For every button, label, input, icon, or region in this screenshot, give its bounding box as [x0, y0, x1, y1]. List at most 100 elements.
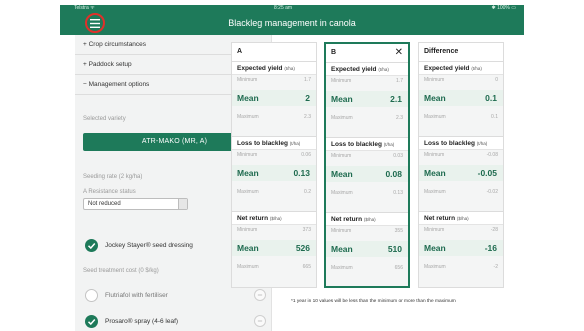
mean-value: 2.1	[390, 94, 402, 104]
section-name: Net return	[331, 216, 363, 223]
section-title-loss: Loss to blackleg (t/ha)	[419, 136, 503, 150]
resistance-status-value: Not reduced	[88, 201, 121, 207]
section-unit: ($/ha)	[269, 216, 282, 221]
row-label-min: Minimum	[237, 152, 258, 158]
max-value: 0.13	[393, 190, 403, 196]
seed-dressing-label: Jockey Stayer® seed dressing	[105, 242, 193, 249]
minus-icon	[257, 320, 263, 322]
row-label-min: Minimum	[331, 228, 352, 234]
section-name: Net return	[424, 215, 456, 222]
mean-value: 0.08	[385, 169, 402, 179]
card-title: Difference	[419, 43, 503, 61]
mean-row: Mean 0.13	[232, 165, 316, 181]
fertiliser-toggle[interactable]	[254, 289, 266, 301]
row-label-max: Maximum	[331, 265, 353, 271]
section-unit: (t/ha)	[383, 142, 395, 147]
max-value: 2.3	[396, 115, 403, 121]
resistance-status-select[interactable]: Not reduced	[83, 198, 188, 210]
section-title-yield: Expected yield (t/ha)	[326, 62, 408, 76]
mean-row: Mean 2.1	[326, 91, 408, 107]
card-title: A	[232, 43, 316, 61]
row-label-min: Minimum	[331, 153, 352, 159]
mean-value: -0.05	[477, 168, 497, 178]
section-unit: (t/ha)	[289, 141, 301, 146]
mean-row: Mean 510	[326, 241, 408, 257]
row-label-max: Maximum	[237, 189, 259, 195]
section-unit: (t/ha)	[476, 141, 488, 146]
section-name: Loss to blackleg	[237, 140, 288, 147]
row-label-mean: Mean	[424, 243, 446, 253]
section-unit: (t/ha)	[284, 66, 295, 71]
min-value: 0.03	[393, 153, 403, 159]
page-title: Blackleg management in canola	[228, 18, 356, 28]
mean-row: Mean 526	[232, 240, 316, 256]
fertiliser-label: Flutriafol with fertiliser	[105, 292, 168, 299]
section-name: Expected yield	[424, 65, 470, 72]
row-label-mean: Mean	[237, 168, 259, 178]
min-value: 1.7	[304, 77, 311, 83]
section-name: Loss to blackleg	[424, 140, 475, 147]
section-unit: (t/ha)	[471, 66, 482, 71]
menu-button[interactable]	[85, 13, 105, 33]
card-difference: Difference Expected yield (t/ha) Minimum 0 M…	[418, 42, 504, 288]
row-label-mean: Mean	[237, 243, 259, 253]
min-value: 373	[302, 227, 311, 233]
mean-value: 0.1	[485, 93, 497, 103]
section-title-net: Net return ($/ha)	[232, 211, 316, 225]
row-label-max: Maximum	[331, 115, 353, 121]
min-value: 0	[495, 77, 498, 83]
minus-icon	[257, 294, 263, 296]
max-value: 656	[394, 265, 403, 271]
card-a: A Expected yield (t/ha) Minimum 1.7 Mean 2 Max…	[231, 42, 317, 288]
section-title-yield: Expected yield (t/ha)	[232, 61, 316, 75]
section-name: Loss to blackleg	[331, 141, 382, 148]
section-unit: (t/ha)	[378, 67, 389, 72]
row-label-mean: Mean	[331, 94, 353, 104]
section-unit: ($/ha)	[456, 216, 469, 221]
mean-row: Mean 0.1	[419, 90, 503, 106]
row-label-max: Maximum	[237, 114, 259, 120]
section-unit: ($/ha)	[363, 217, 376, 222]
max-value: -0.02	[486, 189, 498, 195]
section-name: Net return	[237, 215, 269, 222]
section-title-net: Net return ($/ha)	[326, 212, 408, 226]
max-value: 665	[302, 264, 311, 270]
row-label-mean: Mean	[424, 93, 446, 103]
card-b: B ✕ Expected yield (t/ha) Minimum 1.7 Mean 2.1…	[324, 42, 410, 288]
row-label-min: Minimum	[237, 77, 258, 83]
row-label-max: Maximum	[237, 264, 259, 270]
row-label-mean: Mean	[331, 244, 353, 254]
mean-value: 510	[387, 244, 402, 254]
min-value: -0.08	[486, 152, 498, 158]
prosaro-toggle[interactable]	[254, 315, 266, 327]
section-name: Expected yield	[237, 65, 283, 72]
row-label-min: Minimum	[424, 227, 445, 233]
section-name: Expected yield	[331, 66, 377, 73]
section-title-loss: Loss to blackleg (t/ha)	[232, 136, 316, 150]
app-frame: Telstra ᯤ 8:25 am ✱ 100% ▭ Blackleg mana…	[60, 5, 524, 331]
mean-row: Mean -0.05	[419, 165, 503, 181]
mean-value: 0.13	[293, 168, 310, 178]
max-value: 2.3	[304, 114, 311, 120]
footnote: *1 year in 10 values will be less than t…	[291, 299, 456, 304]
prosaro-label: Prosaro® spray (4-6 leaf)	[105, 318, 179, 325]
section-title-loss: Loss to blackleg (t/ha)	[326, 137, 408, 151]
nav-bar: Blackleg management in canola	[60, 11, 524, 35]
hamburger-icon	[90, 18, 100, 28]
row-label-min: Minimum	[424, 77, 445, 83]
row-label-mean: Mean	[237, 93, 259, 103]
min-value: 1.7	[396, 78, 403, 84]
row-label-mean: Mean	[424, 168, 446, 178]
row-label-mean: Mean	[331, 169, 353, 179]
close-icon[interactable]: ✕	[395, 44, 403, 62]
row-label-max: Maximum	[424, 264, 446, 270]
mean-value: -16	[484, 243, 497, 253]
row-label-min: Minimum	[424, 152, 445, 158]
min-value: 0.06	[301, 152, 311, 158]
section-title-net: Net return ($/ha)	[419, 211, 503, 225]
mean-value: 2	[305, 93, 310, 103]
row-label-max: Maximum	[424, 189, 446, 195]
row-label-min: Minimum	[331, 78, 352, 84]
row-label-min: Minimum	[237, 227, 258, 233]
row-label-max: Maximum	[331, 190, 353, 196]
